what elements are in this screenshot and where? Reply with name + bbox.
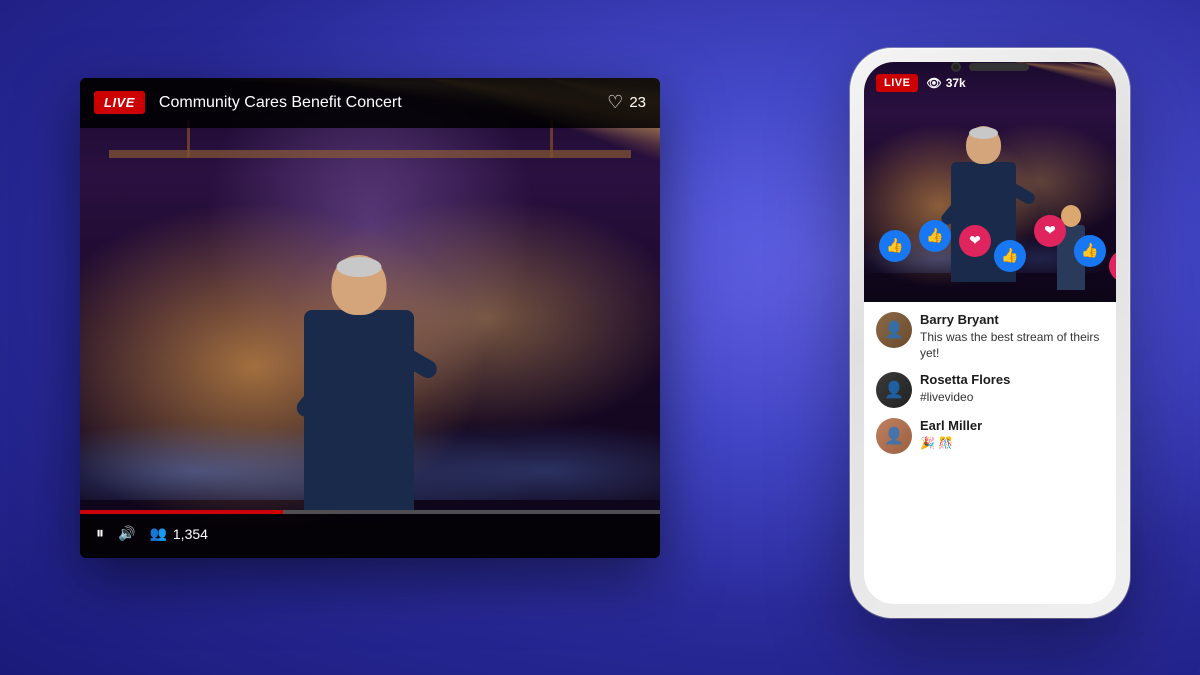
performer-head: [332, 255, 387, 315]
phone-comments-section: 👤 Barry Bryant This was the best stream …: [864, 302, 1116, 475]
volume-button[interactable]: 🔊: [118, 525, 135, 542]
comment-text-earl: 🎉 🎊: [920, 435, 1104, 452]
pause-button[interactable]: ⏸: [96, 525, 104, 543]
phone-screen: LIVE 👁 37k 👍 👍 ❤ 👍 ❤ 👍: [864, 62, 1116, 604]
heart-count-group: ♡ 23: [607, 92, 646, 113]
phone-performer-head: [966, 126, 1001, 164]
comment-item-rosetta: 👤 Rosetta Flores #livevideo: [876, 372, 1104, 408]
comment-name-earl: Earl Miller: [920, 418, 1104, 433]
progress-bar-container: [80, 510, 660, 514]
viewer-count-group: 👥 1,354: [149, 525, 207, 542]
performer-silhouette: [249, 190, 469, 510]
performer-body: [304, 310, 414, 510]
phone-camera: [951, 62, 961, 72]
video-top-bar: LIVE Community Cares Benefit Concert ♡ 2…: [80, 78, 660, 128]
phone-performer: [919, 92, 1049, 282]
main-scene: LIVE Community Cares Benefit Concert ♡ 2…: [50, 38, 1150, 638]
avatar-earl: 👤: [876, 418, 912, 454]
phone-video-area: LIVE 👁 37k 👍 👍 ❤ 👍 ❤ 👍: [864, 62, 1116, 302]
comment-text-rosetta: #livevideo: [920, 389, 1104, 406]
phone-live-overlay: LIVE 👁 37k: [876, 74, 966, 92]
live-badge: LIVE: [94, 91, 145, 114]
stage-truss: [109, 150, 631, 158]
comment-name-rosetta: Rosetta Flores: [920, 372, 1104, 387]
comment-item-earl: 👤 Earl Miller 🎉 🎊: [876, 418, 1104, 454]
comment-item-barry: 👤 Barry Bryant This was the best stream …: [876, 312, 1104, 363]
phone-mockup: LIVE 👁 37k 👍 👍 ❤ 👍 ❤ 👍: [850, 48, 1130, 618]
comment-name-barry: Barry Bryant: [920, 312, 1104, 327]
phone-performer-body: [951, 162, 1016, 282]
viewers-icon: 👥: [149, 525, 166, 542]
phone-top-notch: [920, 62, 1060, 72]
avatar-barry: 👤: [876, 312, 912, 348]
comment-wrap-barry: Barry Bryant This was the best stream of…: [920, 312, 1104, 363]
heart-icon: ♡: [607, 92, 623, 113]
comment-wrap-rosetta: Rosetta Flores #livevideo: [920, 372, 1104, 406]
progress-bar-fill: [80, 510, 283, 514]
phone-viewer-count-value: 37k: [946, 76, 966, 90]
heart-count-value: 23: [629, 94, 646, 111]
comment-text-barry: This was the best stream of theirs yet!: [920, 329, 1104, 363]
video-title: Community Cares Benefit Concert: [159, 94, 593, 112]
viewer-count-value: 1,354: [173, 526, 208, 542]
avatar-rosetta: 👤: [876, 372, 912, 408]
video-content: LIVE Community Cares Benefit Concert ♡ 2…: [80, 78, 660, 558]
video-player: LIVE Community Cares Benefit Concert ♡ 2…: [80, 78, 660, 558]
phone-outer-shell: LIVE 👁 37k 👍 👍 ❤ 👍 ❤ 👍: [850, 48, 1130, 618]
video-controls-bar: ⏸ 🔊 👥 1,354: [80, 510, 660, 558]
phone-viewer-count: 👁 37k: [926, 76, 965, 90]
phone-performer2-head: [1061, 205, 1081, 227]
phone-live-badge: LIVE: [876, 74, 918, 92]
phone-eye-icon: 👁: [926, 76, 941, 90]
comment-wrap-earl: Earl Miller 🎉 🎊: [920, 418, 1104, 452]
phone-performer2-body: [1057, 225, 1085, 290]
phone-performer2: [1046, 190, 1096, 290]
phone-speaker: [969, 63, 1029, 71]
